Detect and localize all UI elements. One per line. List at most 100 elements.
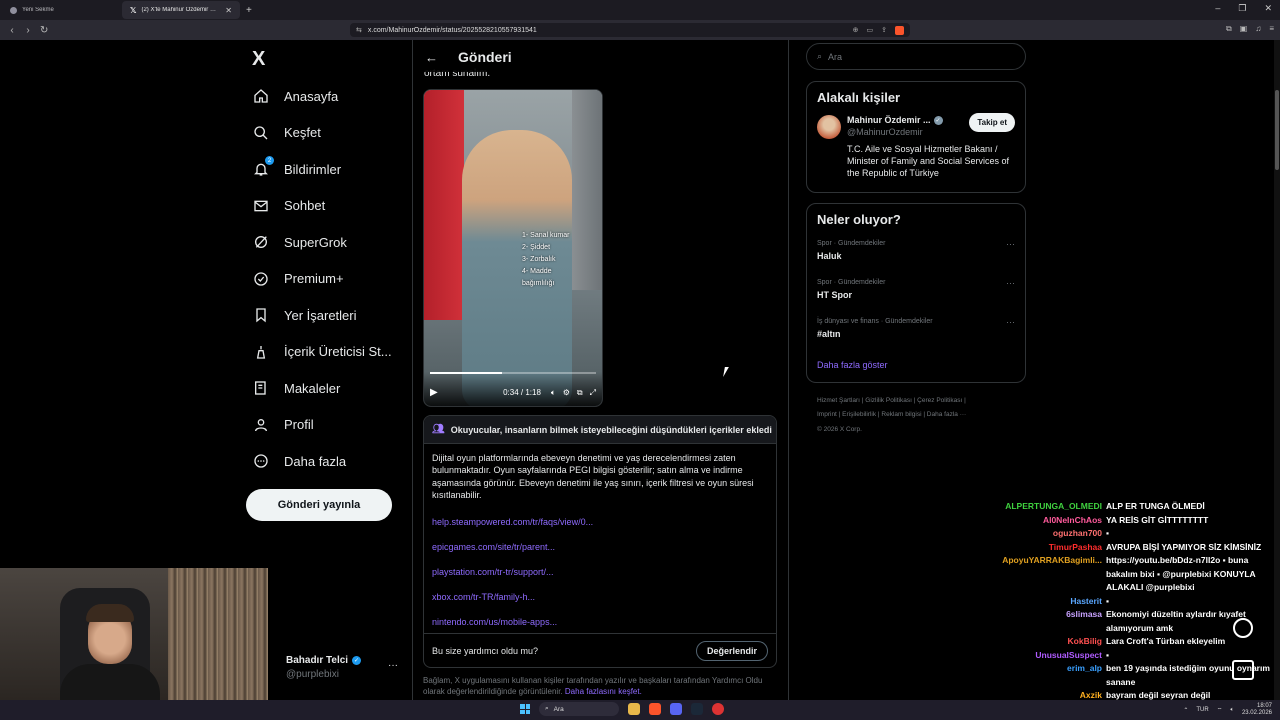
chat-box-icon: [1232, 660, 1254, 680]
site-info-icon[interactable]: ⇆: [356, 26, 362, 34]
brave-browser-icon[interactable]: [649, 703, 661, 715]
music-icon[interactable]: ♫: [1255, 24, 1261, 34]
related-name[interactable]: Mahinur Özdemir ...: [847, 115, 931, 125]
chat-username[interactable]: 6slimasa: [990, 608, 1106, 635]
language-indicator[interactable]: TUR: [1196, 707, 1208, 713]
sidebar-item-more[interactable]: Daha fazla: [252, 443, 392, 480]
footer-row[interactable]: Hizmet Şartları | Gizlilik Politikası | …: [817, 394, 1017, 408]
address-bar[interactable]: ⇆ x.com/MahinurOzdemir/status/2025528210…: [350, 23, 910, 37]
learn-more-link[interactable]: Daha fazlasını keşfet.: [565, 687, 642, 696]
sidebar-item-explore[interactable]: Keşfet: [252, 115, 392, 152]
play-icon[interactable]: ▶: [430, 387, 438, 398]
trend-category: Spor · Gündemdekiler: [817, 279, 886, 286]
x-logo-icon: 𝕏: [130, 5, 137, 15]
chat-username[interactable]: erim_alp: [990, 662, 1106, 689]
chat-username[interactable]: ALPERTUNGA_OLMEDI: [990, 500, 1106, 514]
close-tab-icon[interactable]: ✕: [225, 6, 232, 15]
chat-username[interactable]: KokBilig: [990, 635, 1106, 649]
chat-username[interactable]: ApoyuYARRAKBagimli...: [990, 554, 1106, 595]
page-title: Gönderi: [458, 49, 512, 65]
chat-username[interactable]: TimurPashaa: [990, 541, 1106, 555]
sidebar-item-premium[interactable]: Premium+: [252, 261, 392, 298]
more-dots-icon[interactable]: ···: [1006, 239, 1015, 249]
section-title: Alakalı kişiler: [817, 90, 901, 105]
rate-button[interactable]: Değerlendir: [695, 640, 768, 661]
windows-start-icon[interactable]: [520, 704, 530, 714]
sidebar-item-label: SuperGrok: [284, 234, 347, 250]
sidebar-item-notifications[interactable]: 2 Bildirimler: [252, 151, 392, 188]
related-person[interactable]: Mahinur Özdemir ... ✓ @MahinurOzdemir T.C…: [807, 105, 1025, 187]
note-link[interactable]: playstation.com/tr-tr/support/...: [432, 560, 768, 585]
menu-icon[interactable]: ≡: [1269, 24, 1274, 34]
chat-username[interactable]: oguzhan700: [990, 527, 1106, 541]
share-icon[interactable]: ⇪: [881, 26, 887, 34]
more-dots-icon[interactable]: ···: [1006, 278, 1015, 288]
trend-item[interactable]: Spor · Gündemdekiler HT Spor ···: [807, 276, 1025, 315]
shields-icon[interactable]: [895, 25, 904, 35]
sidebar-item-home[interactable]: Anasayfa: [252, 78, 392, 115]
note-link[interactable]: help.steampowered.com/tr/faqs/view/0...: [432, 510, 768, 535]
steam-icon[interactable]: [691, 703, 703, 715]
caption-line: 1- Sanal kumar: [522, 232, 570, 239]
browser-nav-bar: ‹ › ↻ ⇆ x.com/MahinurOzdemir/status/2025…: [0, 20, 1280, 40]
forward-arrow-icon[interactable]: ›: [24, 25, 32, 36]
back-arrow-icon[interactable]: ‹: [8, 25, 16, 36]
chat-text: ▪: [1106, 649, 1110, 660]
pip-icon[interactable]: ⧉: [577, 388, 583, 398]
x-logo[interactable]: X: [252, 48, 265, 71]
note-link[interactable]: epicgames.com/site/tr/parent...: [432, 535, 768, 560]
note-link[interactable]: xbox.com/tr-TR/family-h...: [432, 585, 768, 610]
zoom-icon[interactable]: ⊕: [853, 26, 859, 34]
clock[interactable]: 18:07 23.02.2026: [1242, 703, 1272, 717]
fullscreen-icon[interactable]: ⤢: [590, 388, 596, 398]
wallet-icon[interactable]: ▣: [1240, 24, 1248, 34]
file-explorer-icon[interactable]: [628, 703, 640, 715]
reload-icon[interactable]: ↻: [40, 25, 48, 36]
close-window-button[interactable]: ✕: [1264, 3, 1272, 14]
minimize-button[interactable]: –: [1215, 3, 1220, 14]
search-input[interactable]: ⌕ Ara: [806, 43, 1026, 70]
reader-icon[interactable]: ▭: [867, 26, 874, 34]
video-progress-bar[interactable]: [430, 372, 596, 374]
sidebar-item-profile[interactable]: Profil: [252, 407, 392, 444]
volume-icon[interactable]: 🔈︎: [1230, 707, 1234, 714]
sidebar-item-label: Keşfet: [284, 125, 321, 141]
settings-icon[interactable]: ⚙︎: [563, 388, 570, 398]
network-icon[interactable]: ⌔: [1217, 706, 1223, 714]
sidebar-item-creator-studio[interactable]: İçerik Üreticisi St...: [252, 334, 392, 371]
note-link[interactable]: nintendo.com/us/mobile-apps...: [432, 610, 768, 635]
show-more-link[interactable]: Daha fazla göster: [807, 354, 1025, 380]
footer-row[interactable]: Imprint | Erişilebilirlik | Reklam bilgi…: [817, 408, 1017, 422]
tray-chevron-icon[interactable]: ⌃: [1183, 707, 1188, 714]
account-name: Bahadır Telci: [286, 655, 349, 666]
more-dots-icon[interactable]: ···: [1006, 317, 1015, 327]
sidebar-item-chat[interactable]: Sohbet: [252, 188, 392, 225]
chat-username[interactable]: Hasterit: [990, 595, 1106, 609]
account-switcher[interactable]: Bahadır Telci ✓ @purplebixi: [286, 655, 362, 680]
browser-tab-new[interactable]: Yeni Sekme: [2, 1, 120, 19]
scroll-thumb[interactable]: [1275, 90, 1279, 170]
trend-item[interactable]: Spor · Gündemdekiler Haluk ···: [807, 237, 1025, 276]
extension-icon[interactable]: ⧉: [1226, 24, 1232, 34]
account-more-icon[interactable]: ···: [388, 660, 398, 671]
chat-username[interactable]: UnusualSuspect: [990, 649, 1106, 663]
volume-icon[interactable]: 🔈︎: [551, 388, 556, 398]
video-player[interactable]: 1- Sanal kumar 2- Şiddet 3- Zorbalık 4- …: [423, 89, 603, 407]
follow-button[interactable]: Takip et: [969, 113, 1015, 132]
sidebar-item-supergrok[interactable]: SuperGrok: [252, 224, 392, 261]
trend-item[interactable]: İş dünyası ve finans · Gündemdekiler #al…: [807, 315, 1025, 354]
community-note-footnote: Bağlam, X uygulamasını kullanan kişiler …: [423, 675, 783, 697]
discord-icon[interactable]: [670, 703, 682, 715]
chat-username[interactable]: Al0NeInChAos: [990, 514, 1106, 528]
avatar[interactable]: [817, 115, 841, 139]
browser-tab-post[interactable]: 𝕏 (2) X'te Mahinur Özdemir Göktaş ✕: [122, 1, 240, 19]
back-arrow-button[interactable]: ←: [425, 50, 438, 65]
taskbar-search[interactable]: ⌕ Ara: [539, 702, 619, 716]
chat-text: AVRUPA BİŞİ YAPMIYOR SİZ KİMSİNİZ: [1106, 541, 1262, 552]
new-tab-button[interactable]: +: [246, 5, 252, 16]
obs-icon[interactable]: [712, 703, 724, 715]
sidebar-item-articles[interactable]: Makaleler: [252, 370, 392, 407]
sidebar-item-bookmarks[interactable]: Yer İşaretleri: [252, 297, 392, 334]
post-button[interactable]: Gönderi yayınla: [246, 489, 392, 521]
maximize-button[interactable]: ❐: [1238, 3, 1246, 14]
